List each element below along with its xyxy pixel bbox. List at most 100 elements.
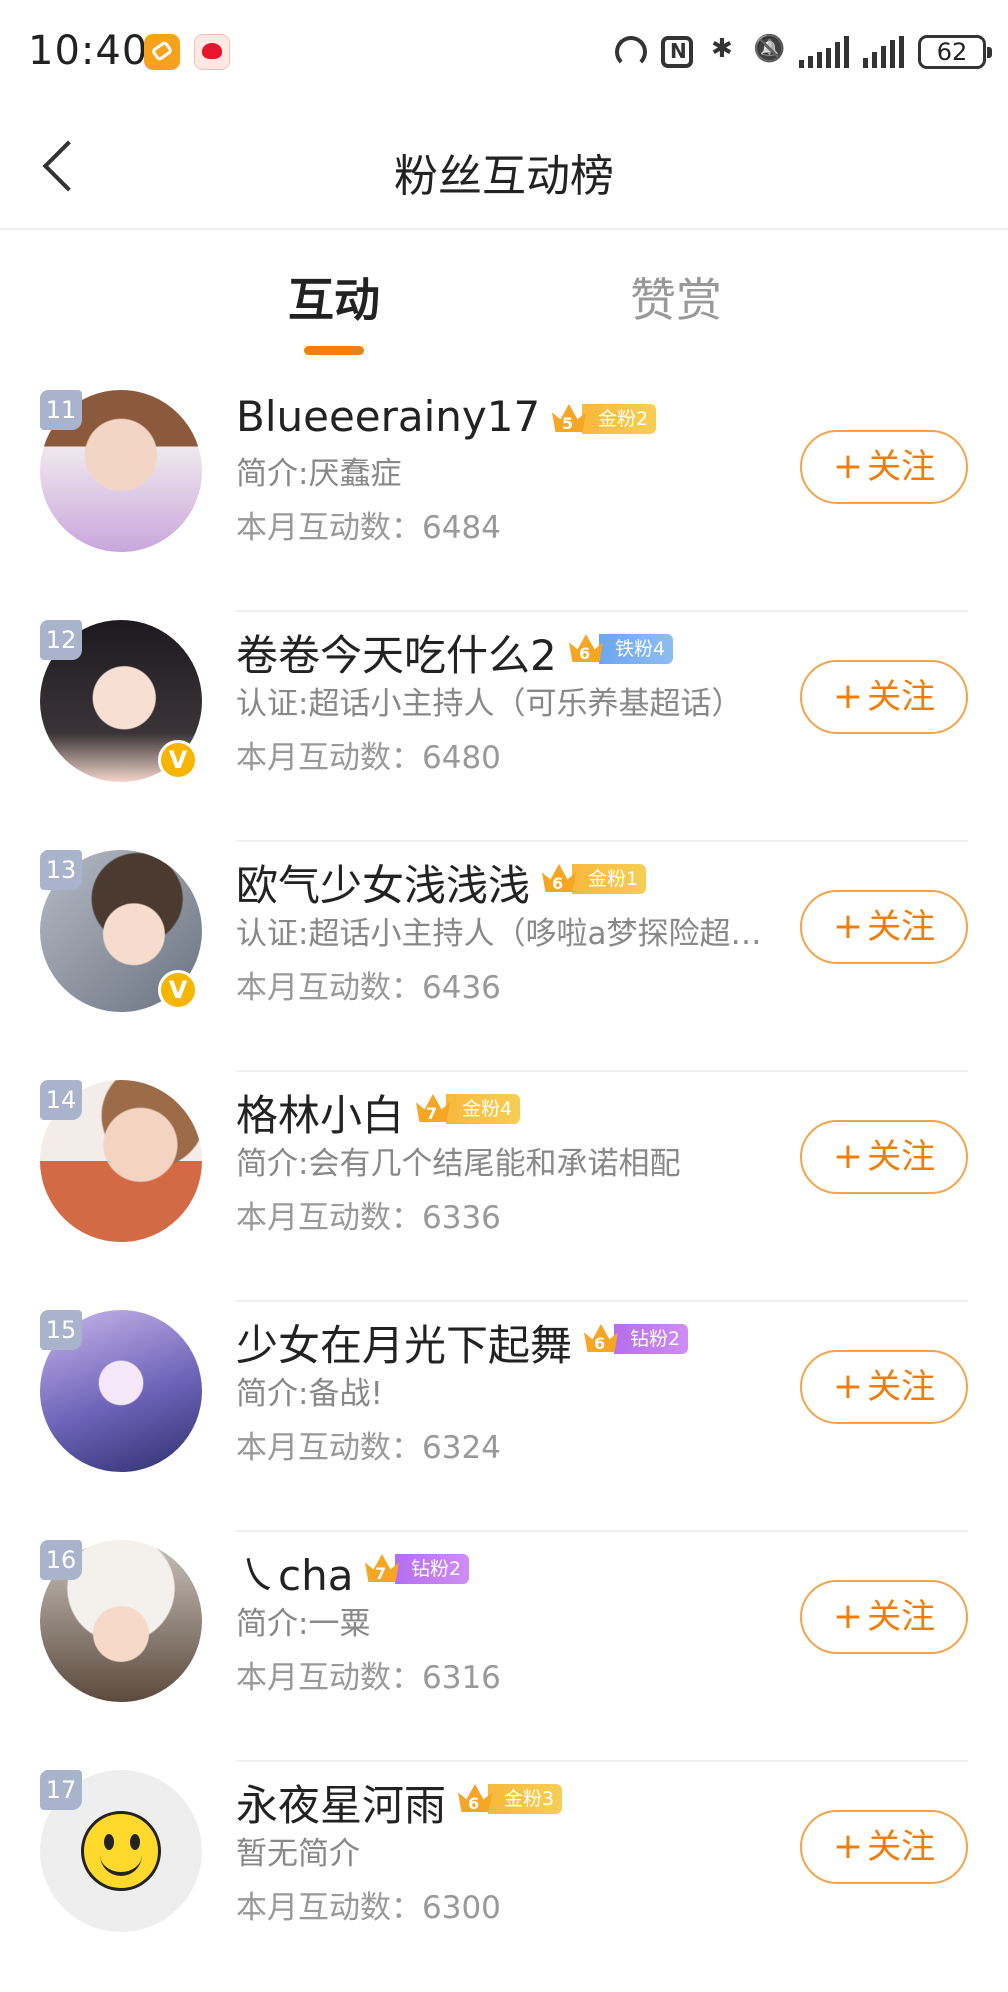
follow-button[interactable]: + 关注 [800, 430, 968, 504]
follow-label: 关注 [867, 1597, 936, 1637]
fan-description: 简介:一粟 [236, 1606, 371, 1642]
fan-name[interactable]: 卷卷今天吃什么2 [236, 622, 557, 683]
rank-badge: 12 [40, 620, 82, 660]
follow-label: 关注 [867, 1827, 936, 1867]
plus-icon: + [832, 1596, 864, 1637]
status-icons: 62 [615, 30, 992, 74]
crown-level: 6 [579, 644, 591, 663]
crown-icon: 6 [565, 630, 609, 668]
rank-badge: 15 [40, 1310, 82, 1350]
crown-level: 5 [562, 414, 574, 433]
interaction-count-label: 本月互动数： [236, 1430, 422, 1466]
signal-icon [799, 36, 849, 68]
fan-name[interactable]: ㇏cha [236, 1542, 353, 1603]
interaction-count: 本月互动数：6316 [236, 1652, 501, 1697]
smiley-face-icon [81, 1811, 161, 1891]
fan-row[interactable]: 17 永夜星河雨 6 金粉3 暂无简介本月互动数：6300 + 关注 [0, 1762, 1008, 1992]
plus-icon: + [832, 906, 864, 947]
crown-level: 7 [426, 1104, 438, 1123]
fan-name[interactable]: Blueeerainy17 [236, 392, 540, 441]
crown-icon: 7 [412, 1090, 456, 1128]
fan-description: 认证:超话小主持人（可乐养基超话） [236, 686, 743, 722]
interaction-count-label: 本月互动数： [236, 510, 422, 546]
status-bar: 10:40 62 [0, 0, 1008, 104]
interaction-count-label: 本月互动数： [236, 970, 422, 1006]
top-bar: 粉丝互动榜 [0, 104, 1008, 230]
fan-level-badge: 7 金粉4 [412, 1090, 521, 1128]
verified-v-icon: V [158, 740, 198, 780]
plus-icon: + [832, 1826, 864, 1867]
interaction-count-value: 6324 [422, 1430, 501, 1466]
interaction-count-value: 6336 [422, 1200, 501, 1236]
fan-row[interactable]: 12 V 卷卷今天吃什么2 6 铁粉4 认证:超话小主持人（可乐养基超话） 本月互动数：64… [0, 612, 1008, 842]
interaction-count-label: 本月互动数： [236, 740, 422, 776]
follow-button[interactable]: + 关注 [800, 1350, 968, 1424]
crown-icon: 6 [454, 1780, 498, 1818]
plus-icon: + [832, 1136, 864, 1177]
fan-level-badge: 6 铁粉4 [565, 630, 674, 668]
crown-icon: 7 [361, 1550, 405, 1588]
fan-description: 暂无简介 [236, 1836, 360, 1872]
fan-level-badge: 6 金粉1 [538, 860, 647, 898]
interaction-count-value: 6480 [422, 740, 501, 776]
tab-interact[interactable]: 互动 [288, 264, 380, 330]
fan-badge-label: 铁粉4 [599, 634, 674, 664]
fan-name[interactable]: 欧气少女浅浅浅 [236, 852, 530, 913]
interaction-count-value: 6300 [422, 1890, 501, 1926]
interaction-count-value: 6484 [422, 510, 501, 546]
crown-level: 6 [552, 874, 564, 893]
fan-badge-label: 金粉1 [572, 864, 647, 894]
interaction-count: 本月互动数：6336 [236, 1192, 501, 1237]
crown-level: 7 [375, 1564, 387, 1583]
status-time: 10:40 [28, 28, 149, 74]
verified-v-icon: V [158, 970, 198, 1010]
crown-level: 6 [594, 1334, 606, 1353]
follow-label: 关注 [867, 1367, 936, 1407]
crown-icon: 6 [580, 1320, 624, 1358]
fan-row[interactable]: 15 少女在月光下起舞 6 钻粉2 简介:备战! 本月互动数：6324 + 关注 [0, 1302, 1008, 1532]
follow-button[interactable]: + 关注 [800, 890, 968, 964]
fan-badge-label: 金粉3 [488, 1784, 563, 1814]
follow-button[interactable]: + 关注 [800, 1810, 968, 1884]
notification-app-icon [144, 34, 180, 70]
interaction-count-value: 6436 [422, 970, 501, 1006]
fan-row[interactable]: 11 Blueeerainy17 5 金粉2 简介:厌蠢症 本月互动数：6484 + 关注 [0, 382, 1008, 612]
follow-button[interactable]: + 关注 [800, 1580, 968, 1654]
speedometer-icon [615, 36, 647, 68]
interaction-count: 本月互动数：6324 [236, 1422, 501, 1467]
follow-button[interactable]: + 关注 [800, 660, 968, 734]
fan-badge-label: 金粉2 [582, 404, 657, 434]
fan-level-badge: 7 钻粉2 [361, 1550, 470, 1588]
bluetooth-icon [707, 34, 739, 68]
rank-badge: 11 [40, 390, 82, 430]
interaction-count: 本月互动数：6300 [236, 1882, 501, 1927]
interaction-count: 本月互动数：6436 [236, 962, 501, 1007]
rank-badge: 13 [40, 850, 82, 890]
follow-button[interactable]: + 关注 [800, 1120, 968, 1194]
page-title: 粉丝互动榜 [394, 151, 614, 202]
weibo-notification-icon [194, 34, 230, 70]
fan-level-badge: 6 金粉3 [454, 1780, 563, 1818]
fan-description: 简介:备战! [236, 1376, 383, 1412]
rank-badge: 17 [40, 1770, 82, 1810]
fan-name[interactable]: 格林小白 [236, 1082, 404, 1143]
battery-icon: 62 [918, 35, 992, 69]
follow-label: 关注 [867, 1137, 936, 1177]
plus-icon: + [832, 676, 864, 717]
follow-label: 关注 [867, 907, 936, 947]
fan-badge-label: 钻粉2 [614, 1324, 689, 1354]
plus-icon: + [832, 446, 864, 487]
fan-description: 认证:超话小主持人（哆啦a梦探险超话） [236, 916, 766, 952]
fan-name[interactable]: 永夜星河雨 [236, 1772, 446, 1833]
fan-row[interactable]: 16 ㇏cha 7 钻粉2 简介:一粟 本月互动数：6316 + 关注 [0, 1532, 1008, 1762]
fan-name[interactable]: 少女在月光下起舞 [236, 1312, 572, 1373]
interaction-count: 本月互动数：6484 [236, 502, 501, 547]
crown-icon: 6 [538, 860, 582, 898]
fan-row[interactable]: 13 V 欧气少女浅浅浅 6 金粉1 认证:超话小主持人（哆啦a梦探险超话） 本月互动数：6… [0, 842, 1008, 1072]
fan-row[interactable]: 14 格林小白 7 金粉4 简介:会有几个结尾能和承诺相配 本月互动数：6336 + 关注 [0, 1072, 1008, 1302]
battery-level: 62 [936, 38, 968, 66]
follow-label: 关注 [867, 677, 936, 717]
interaction-count-label: 本月互动数： [236, 1890, 422, 1926]
tab-reward[interactable]: 赞赏 [630, 264, 722, 330]
rank-badge: 14 [40, 1080, 82, 1120]
